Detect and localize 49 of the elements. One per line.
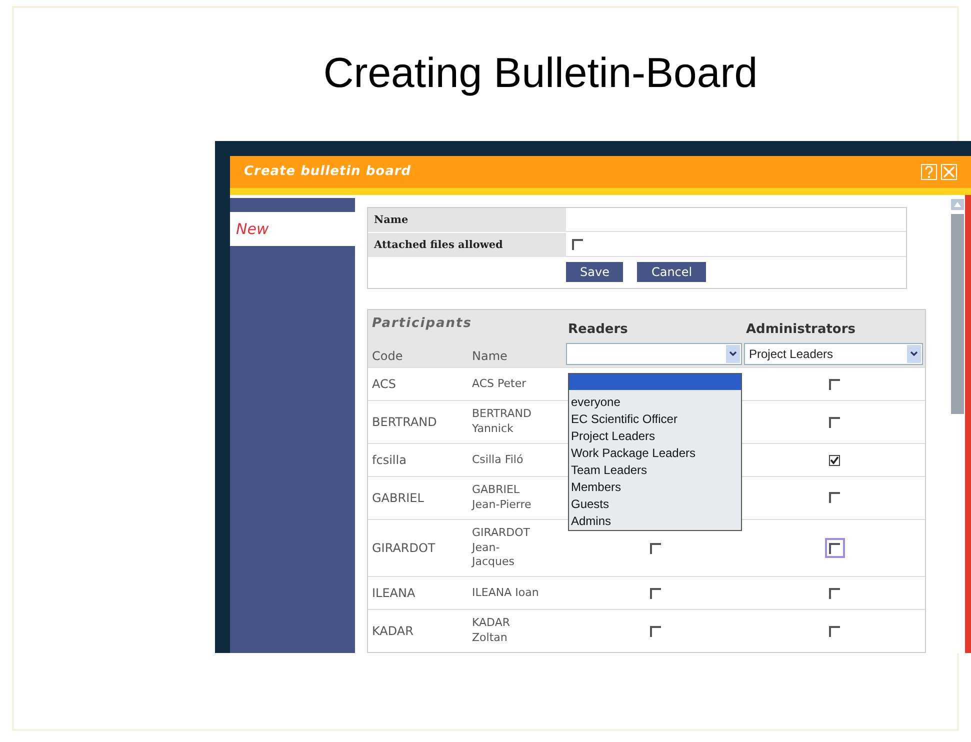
dropdown-option[interactable]: Team Leaders xyxy=(569,462,741,480)
scrollbar-thumb[interactable] xyxy=(951,214,964,414)
code-cell: ILEANA xyxy=(372,586,416,600)
name-cell: ILEANA Ioan xyxy=(472,586,539,601)
form-button[interactable]: Save xyxy=(566,262,624,282)
code-cell: fcsilla xyxy=(372,453,406,468)
slide-title: Creating Bulletin-Board xyxy=(323,52,758,94)
chevron-icon xyxy=(726,345,740,364)
checkbox[interactable] xyxy=(829,626,840,637)
checkbox[interactable] xyxy=(829,378,840,390)
checkbox[interactable] xyxy=(572,239,583,250)
form-button[interactable]: Cancel xyxy=(637,262,706,282)
name-cell: Csilla Filó xyxy=(472,452,524,468)
column-header: Administrators xyxy=(746,322,856,338)
highlighted-option[interactable] xyxy=(569,374,741,390)
dropdown-option[interactable]: Admins xyxy=(569,513,741,530)
field-label: Attached files allowed xyxy=(368,233,566,258)
name-cell: ACS Peter xyxy=(472,376,526,392)
name-cell-text: BERTRAND Yannick xyxy=(472,407,532,438)
participants-heading: Participants xyxy=(372,316,472,332)
field-label: Name xyxy=(368,208,566,232)
chevron-icon xyxy=(907,345,921,364)
name-cell-text: GABRIEL Jean-Pierre xyxy=(472,483,532,513)
dropdown-option[interactable]: Work Package Leaders xyxy=(569,445,741,462)
checkbox[interactable] xyxy=(829,542,840,554)
checkbox[interactable] xyxy=(829,588,840,599)
dropdown-option[interactable]: everyone xyxy=(569,394,741,412)
checkbox[interactable] xyxy=(829,492,840,504)
administrators-dropdown[interactable]: Project Leaders xyxy=(744,343,923,366)
checkbox[interactable] xyxy=(650,588,660,599)
dropdown-option[interactable]: Project Leaders xyxy=(569,428,741,446)
code-cell: GABRIEL xyxy=(372,490,424,505)
code-cell: ACS xyxy=(372,377,396,392)
column-header: Readers xyxy=(568,322,628,338)
dropdown-option[interactable]: EC Scientific Officer xyxy=(569,411,741,428)
checkbox[interactable] xyxy=(829,454,840,466)
dropdown-option[interactable]: Guests xyxy=(569,496,741,514)
window-title: Create bulletin board xyxy=(244,164,412,180)
checkbox[interactable] xyxy=(650,626,660,637)
column-header: Code xyxy=(372,349,403,364)
column-header: Name xyxy=(472,349,508,364)
checkbox[interactable] xyxy=(829,416,840,428)
dropdown-option[interactable]: Members xyxy=(569,479,741,496)
name-cell-text: KADAR Zoltan xyxy=(472,616,511,646)
code-cell: KADAR xyxy=(372,624,414,638)
name-cell-text: GIRARDOT Jean-Jacques xyxy=(472,526,531,570)
code-cell: BERTRAND xyxy=(372,415,437,430)
code-cell: GIRARDOT xyxy=(372,541,436,556)
checkbox[interactable] xyxy=(650,542,660,554)
